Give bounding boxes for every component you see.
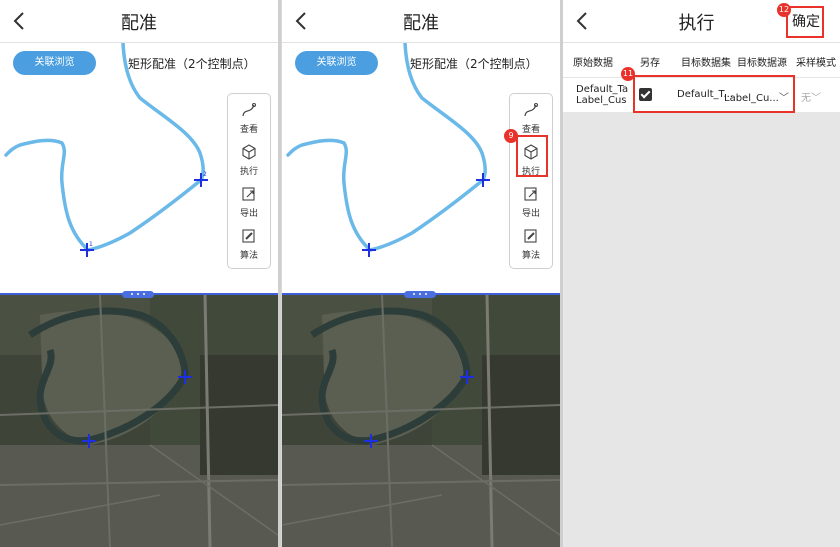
table-header: 原始数据 另存 目标数据集 目标数据源 采样模式 (563, 43, 840, 78)
registration-panel-2: 配准 关联浏览 矩形配准（2个控制点） 查看 执行 导出 算法 9 (282, 0, 560, 547)
algorithm-tool-label: 算法 (521, 251, 540, 261)
view-tool-button[interactable]: 查看 (228, 98, 270, 138)
source-data-cell: Default_Ta Label_Cus (576, 84, 628, 106)
image-control-point-2-marker[interactable] (460, 370, 474, 384)
execute-tool-label: 执行 (239, 167, 258, 177)
confirm-highlight-box (786, 6, 824, 38)
step-badge-11: 11 (621, 67, 635, 81)
linked-browse-button[interactable]: 关联浏览 (13, 51, 96, 75)
sampling-mode-select[interactable]: 无﹀ (801, 89, 821, 104)
registration-toolbar: 查看 执行 导出 算法 (509, 93, 553, 269)
satellite-image-view[interactable] (0, 295, 278, 547)
execute-highlight-box (516, 135, 548, 177)
execute-settings-panel: 执行 确定 12 原始数据 另存 目标数据集 目标数据源 采样模式 Defaul… (563, 0, 840, 547)
satellite-imagery (282, 295, 560, 547)
view-tool-label: 查看 (239, 125, 258, 135)
image-control-point-1-marker[interactable] (82, 434, 96, 448)
panel-separator (278, 0, 281, 547)
registration-toolbar: 查看 执行 导出 算法 (227, 93, 271, 269)
column-header-target-datasource: 目标数据源 (737, 58, 787, 69)
algorithm-icon (524, 229, 537, 243)
export-tool-label: 导出 (239, 209, 258, 219)
divider-drag-handle[interactable] (122, 291, 154, 298)
export-tool-button[interactable]: 导出 (228, 182, 270, 222)
step-badge-12: 12 (777, 3, 791, 17)
algorithm-tool-label: 算法 (239, 251, 258, 261)
curve-icon (524, 103, 538, 117)
algorithm-tool-button[interactable]: 算法 (510, 224, 552, 264)
source-name-line2: Label_Cus (576, 95, 627, 106)
cube-icon (242, 144, 256, 160)
vector-map-view[interactable]: 1 2 关联浏览 矩形配准（2个控制点） 查看 执行 导出 算法 (0, 43, 278, 294)
curve-icon (242, 103, 256, 117)
algorithm-tool-button[interactable]: 算法 (228, 224, 270, 264)
nav-bar: 配准 (282, 0, 560, 43)
source-name-line1: Default_Ta (576, 84, 629, 95)
export-tool-label: 导出 (521, 209, 540, 219)
divider-drag-handle[interactable] (404, 291, 436, 298)
algorithm-icon (242, 229, 255, 243)
table-row: Default_Ta Label_Cus Default_T... Label_… (563, 67, 840, 113)
satellite-image-view[interactable] (282, 295, 560, 547)
vector-map-view[interactable]: 关联浏览 矩形配准（2个控制点） 查看 执行 导出 算法 9 (282, 43, 560, 294)
registration-mode-title: 矩形配准（2个控制点） (410, 57, 538, 71)
column-header-save-as: 另存 (640, 58, 660, 69)
column-header-source: 原始数据 (573, 58, 613, 69)
column-header-sampling-mode: 采样模式 (796, 58, 836, 69)
column-header-target-dataset: 目标数据集 (681, 58, 731, 69)
chevron-down-icon: ﹀ (811, 93, 821, 104)
registration-panel-1: 配准 1 2 关联浏览 矩形配准（2个控制点） 查看 执行 导出 算法 (0, 0, 278, 547)
export-icon (242, 187, 255, 201)
page-title: 配准 (403, 13, 439, 34)
linked-browse-button[interactable]: 关联浏览 (295, 51, 378, 75)
nav-bar: 执行 确定 12 (563, 0, 840, 43)
satellite-imagery (0, 295, 278, 547)
image-control-point-1-marker[interactable] (364, 434, 378, 448)
step-badge-9: 9 (504, 129, 518, 143)
control-point-2-marker[interactable] (476, 173, 490, 187)
export-icon (524, 187, 537, 201)
control-point-1-marker[interactable] (362, 243, 376, 257)
execute-tool-button[interactable]: 执行 (228, 140, 270, 180)
page-title: 配准 (121, 13, 157, 34)
control-point-1-label: 1 (89, 241, 93, 248)
nav-bar: 配准 (0, 0, 278, 43)
export-tool-button[interactable]: 导出 (510, 182, 552, 222)
image-control-point-2-marker[interactable] (178, 370, 192, 384)
control-point-2-label: 2 (203, 171, 207, 178)
registration-mode-title: 矩形配准（2个控制点） (128, 57, 256, 71)
sampling-mode-value: 无 (801, 93, 811, 104)
row-highlight-box (633, 75, 795, 113)
